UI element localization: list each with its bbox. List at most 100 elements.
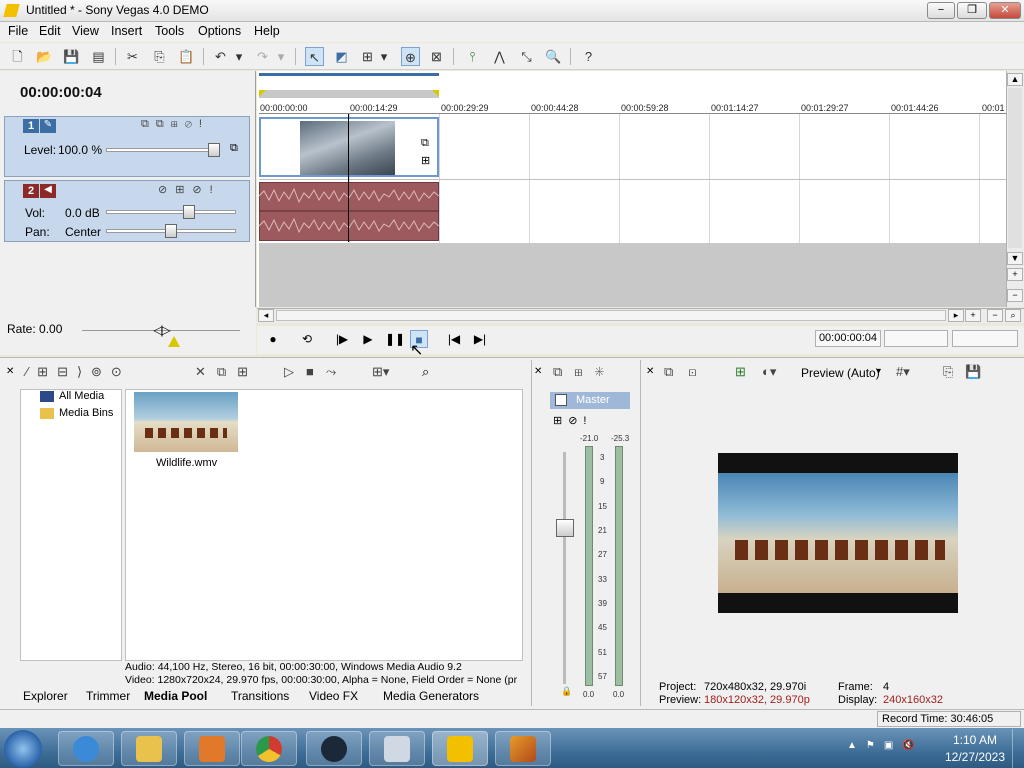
tab-trimmer[interactable]: Trimmer (86, 689, 130, 703)
loop-end-marker-icon[interactable] (432, 90, 439, 97)
event-fx-icon[interactable]: ⊞ (421, 154, 430, 167)
media-file-name[interactable]: Wildlife.wmv (156, 457, 217, 469)
zoom-in-horizontal-icon[interactable]: + (965, 309, 981, 322)
pause-icon[interactable]: ❚❚ (385, 330, 405, 348)
media-pool-edit-icons[interactable]: ✕⧉⊞ (195, 364, 259, 380)
preview-quality-dropdown[interactable]: Preview (Auto) (801, 366, 880, 380)
taskbar-steam-icon[interactable] (306, 731, 362, 766)
paste-icon[interactable]: 📋 (177, 47, 196, 66)
master-fader-thumb[interactable] (556, 519, 574, 537)
lock-envelopes-icon[interactable]: ⊕ (401, 47, 420, 66)
selection-start-field[interactable] (884, 330, 948, 347)
video-fx-icon[interactable]: ⊞ (735, 364, 746, 380)
master-fx-icon[interactable] (555, 394, 567, 406)
scroll-up-icon[interactable]: ▲ (1007, 73, 1023, 86)
media-pool-close-icon[interactable]: ✕ (6, 366, 14, 377)
record-icon[interactable]: ● (264, 330, 282, 348)
zoom-in-icon[interactable]: + (1007, 268, 1023, 281)
taskbar-media-player-icon[interactable] (184, 731, 240, 766)
clock-time[interactable]: 1:10 AM (945, 733, 1005, 747)
envelope-edit-icon[interactable]: ⋀ (490, 47, 509, 66)
loop-start-marker-icon[interactable] (259, 90, 266, 97)
taskbar-app-icon[interactable] (495, 731, 551, 766)
restore-button[interactable]: ❐ (957, 2, 987, 19)
horizontal-scroll-thumb[interactable] (276, 310, 946, 321)
view-options-icon[interactable]: ⊞▾ (372, 364, 389, 380)
taskbar-ie-icon[interactable] (58, 731, 114, 766)
preview-quality-chevron-icon[interactable]: ▾ (876, 366, 881, 377)
fx-icon[interactable]: ⧉ (230, 142, 238, 155)
volume-slider-thumb[interactable] (183, 205, 195, 219)
taskbar-vegas-icon[interactable] (432, 731, 488, 766)
level-slider[interactable] (106, 148, 218, 152)
tree-item-media-bins[interactable]: Media Bins (59, 407, 113, 419)
playhead-cursor[interactable] (348, 114, 349, 242)
menu-edit[interactable]: Edit (39, 24, 61, 38)
close-button[interactable]: ✕ (989, 2, 1021, 19)
system-tray-icons[interactable]: ▲⚑▣🔇 (847, 740, 924, 751)
loop-region-bar[interactable] (259, 73, 439, 76)
master-buttons[interactable]: ⊞⊘! (553, 414, 593, 427)
loop-playback-icon[interactable]: ⟲ (298, 330, 316, 348)
copy-snapshot-icons[interactable]: ⎘💾 (943, 364, 994, 380)
pan-crop-icon[interactable]: ⧉ (421, 137, 429, 150)
redo-dropdown-icon[interactable]: ▾ (275, 47, 287, 66)
copy-icon[interactable]: ⎘ (150, 47, 169, 66)
tab-media-generators[interactable]: Media Generators (383, 689, 479, 703)
pan-slider-thumb[interactable] (165, 224, 177, 238)
preview-toolbar-icons[interactable]: ⧉⊡ (664, 364, 712, 380)
empty-track-area[interactable] (259, 243, 1006, 307)
auto-crossfade-icon[interactable]: ⊠ (427, 47, 446, 66)
taskbar-keyboard-icon[interactable] (369, 731, 425, 766)
media-pool-toolbar-icons[interactable]: ⁄⊞⊟⟩⊚⊙ (26, 364, 131, 380)
play-from-start-icon[interactable]: |▶ (333, 330, 351, 348)
clock-date[interactable]: 12/27/2023 (937, 750, 1013, 764)
menu-view[interactable]: View (72, 24, 99, 38)
search-icon[interactable]: ⌕ (422, 364, 429, 380)
auto-ripple-icon[interactable]: ⊞ (358, 47, 377, 66)
normal-edit-tool-icon[interactable]: ↖ (305, 47, 324, 66)
scroll-down-icon[interactable]: ▼ (1007, 252, 1023, 265)
menu-file[interactable]: File (8, 24, 28, 38)
undo-icon[interactable]: ↶ (211, 47, 230, 66)
media-thumbnail[interactable] (134, 392, 238, 452)
tab-explorer[interactable]: Explorer (23, 689, 68, 703)
tab-video-fx[interactable]: Video FX (309, 689, 358, 703)
scroll-right-icon[interactable]: ▸ (948, 309, 964, 322)
preview-close-icon[interactable]: ✕ (646, 366, 654, 377)
minimize-button[interactable]: − (927, 2, 955, 19)
mixer-toolbar-icons[interactable]: ⧉⊞✳ (553, 364, 616, 380)
scroll-left-icon[interactable]: ◂ (258, 309, 274, 322)
go-to-start-icon[interactable]: |◀ (445, 330, 463, 348)
master-fader-track[interactable] (563, 452, 566, 684)
zoom-edit-icon[interactable]: 🔍 (544, 47, 563, 66)
undo-dropdown-icon[interactable]: ▾ (233, 47, 245, 66)
split-screen-icon[interactable]: ◐▾ (762, 364, 776, 380)
tab-transitions[interactable]: Transitions (231, 689, 289, 703)
cut-icon[interactable]: ✂ (123, 47, 142, 66)
taskbar-chrome-icon[interactable] (241, 731, 297, 766)
mixer-close-icon[interactable]: ✕ (534, 366, 542, 377)
go-to-end-icon[interactable]: ▶| (471, 330, 489, 348)
properties-icon[interactable]: ▤ (89, 47, 108, 66)
video-track-buttons[interactable]: ⧉⧉⊞⊘! (141, 118, 209, 131)
menu-help[interactable]: Help (254, 24, 280, 38)
open-icon[interactable]: 📂 (35, 47, 54, 66)
save-icon[interactable]: 💾 (62, 47, 81, 66)
scroll-track[interactable] (1008, 88, 1022, 248)
media-pool-play-icons[interactable]: ▷■⤳ (284, 364, 348, 380)
tree-item-all-media[interactable]: All Media (59, 390, 104, 402)
level-slider-thumb[interactable] (208, 143, 220, 157)
selection-edit-icon[interactable]: ⤡ (517, 47, 536, 66)
whats-this-help-icon[interactable]: ? (579, 47, 598, 66)
overlays-icon[interactable]: #▾ (896, 364, 910, 380)
envelope-tool-icon[interactable]: ◩ (332, 47, 351, 66)
audio-track-buttons[interactable]: ⊘⊞⊘! (158, 183, 221, 196)
menu-tools[interactable]: Tools (155, 24, 184, 38)
volume-slider[interactable] (106, 210, 236, 214)
play-icon[interactable]: ▶ (359, 330, 377, 348)
snap-icon[interactable]: ⫯ (463, 47, 482, 66)
selection-length-field[interactable] (952, 330, 1018, 347)
menu-options[interactable]: Options (198, 24, 241, 38)
show-desktop-button[interactable] (1012, 729, 1024, 768)
